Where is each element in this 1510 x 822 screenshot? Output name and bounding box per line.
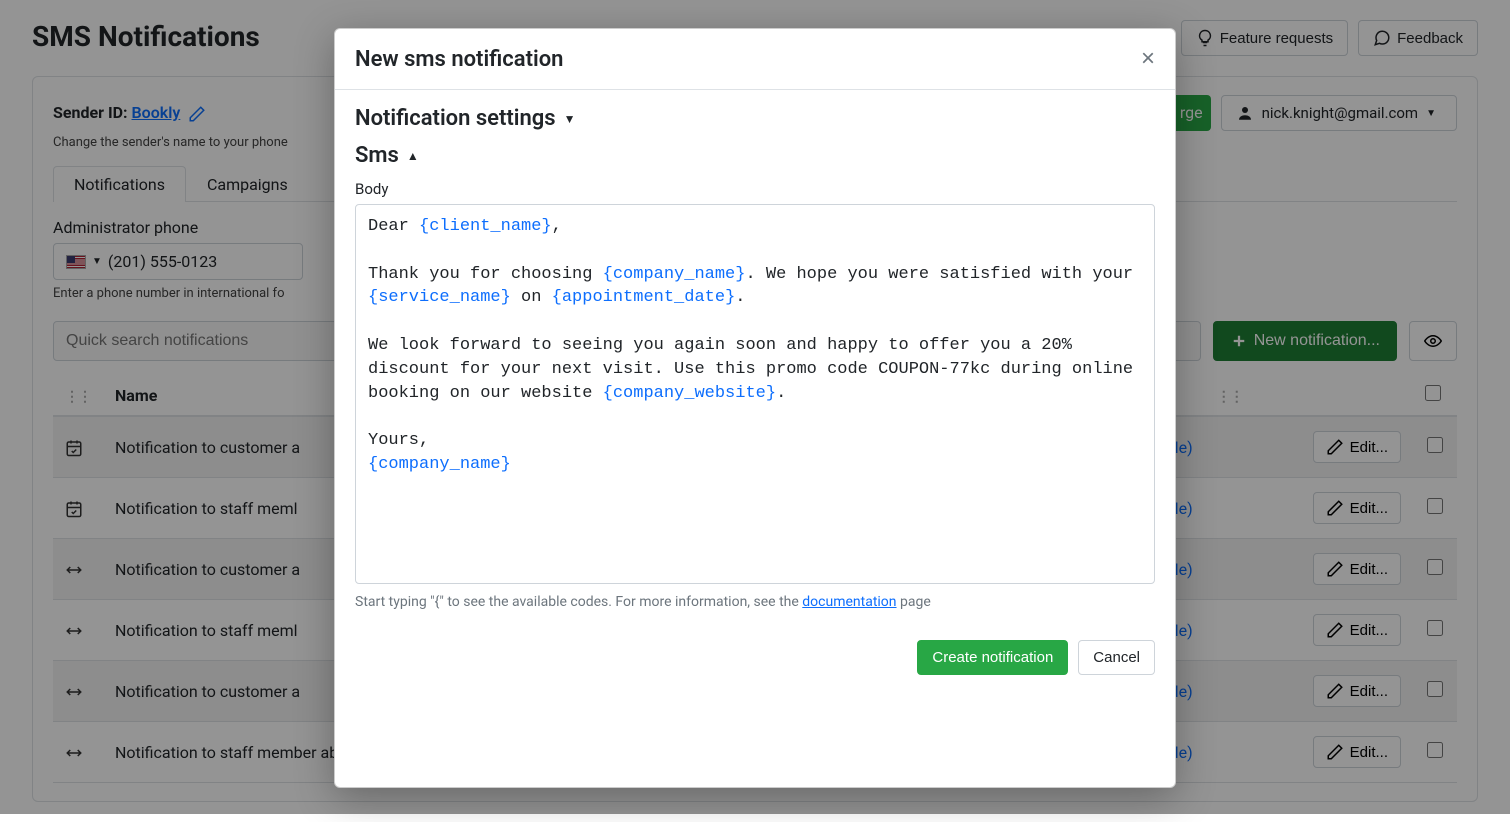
placeholder-token: {appointment_date} [552,288,736,307]
help-text-pre: Start typing "{" to see the available co… [355,594,802,610]
body-label: Body [355,180,1155,198]
close-button[interactable]: × [1141,45,1155,73]
modal-backdrop[interactable]: New sms notification × Notification sett… [0,0,1510,814]
placeholder-token: {company_name} [603,265,746,284]
notification-settings-collapser[interactable]: Notification settings ▼ [355,106,1155,131]
placeholder-token: {company_website} [603,384,776,403]
cancel-button[interactable]: Cancel [1078,640,1155,675]
placeholder-token: {company_name} [368,455,511,474]
body-textarea[interactable]: Dear {client_name}, Thank you for choosi… [355,204,1155,584]
close-icon: × [1141,45,1155,72]
create-notification-button[interactable]: Create notification [917,640,1068,675]
modal-title: New sms notification [355,47,563,72]
new-sms-modal: New sms notification × Notification sett… [334,28,1176,788]
modal-footer: Create notification Cancel [335,626,1175,695]
modal-header: New sms notification × [335,29,1175,90]
sms-collapser[interactable]: Sms ▲ [355,143,1155,168]
placeholder-token: {service_name} [368,288,511,307]
notification-settings-label: Notification settings [355,106,556,131]
chevron-down-icon: ▼ [564,112,576,126]
documentation-link[interactable]: documentation [802,594,896,610]
body-help: Start typing "{" to see the available co… [355,594,1155,610]
sms-label: Sms [355,143,399,168]
placeholder-token: {client_name} [419,217,552,236]
modal-body: Notification settings ▼ Sms ▲ Body Dear … [335,90,1175,626]
chevron-up-icon: ▲ [407,149,419,163]
help-text-post: page [897,594,931,610]
